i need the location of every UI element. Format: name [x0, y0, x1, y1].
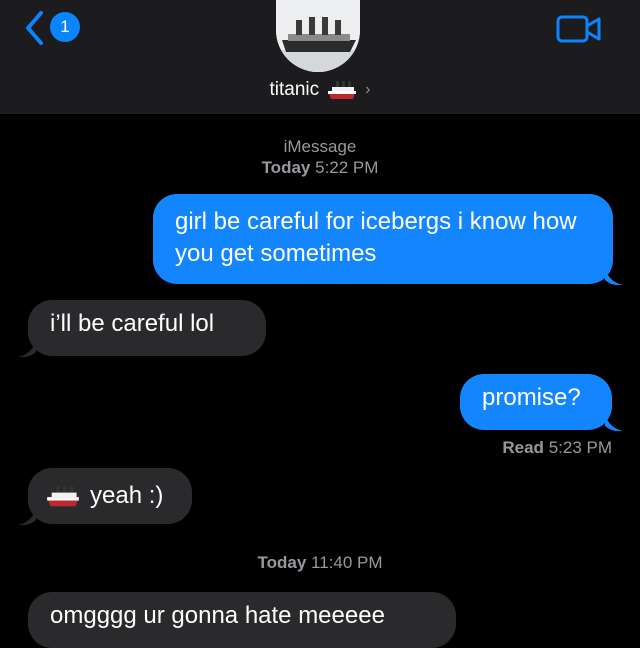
timestamp: Today 5:22 PM — [0, 158, 640, 178]
contact-name-row[interactable]: titanic › — [0, 76, 640, 104]
contact-name: titanic — [269, 79, 320, 100]
bubble-tail — [18, 340, 36, 358]
timestamp-time: 11:40 PM — [311, 553, 383, 572]
contact-avatar[interactable] — [276, 0, 360, 72]
message-text: promise? — [482, 384, 581, 411]
read-receipt: Read 5:23 PM — [502, 438, 612, 458]
message-text: omgggg ur gonna hate meeeee — [50, 602, 385, 629]
service-label: iMessage — [283, 137, 357, 156]
bubble-tail — [605, 268, 623, 286]
ship-icon — [47, 485, 79, 507]
received-message-bubble[interactable]: i’ll be careful lol — [28, 300, 266, 356]
bubble-tail — [18, 508, 36, 526]
titanic-photo — [276, 0, 360, 72]
video-camera-icon[interactable] — [556, 14, 602, 44]
message-text: yeah :) — [90, 482, 164, 509]
read-time: 5:23 PM — [548, 438, 612, 457]
timestamp-time: 5:22 PM — [315, 158, 379, 177]
sent-message-bubble[interactable]: promise? — [460, 374, 612, 430]
ship-icon — [328, 81, 357, 99]
conversation-header: 1 titanic › — [0, 0, 640, 114]
sent-message-bubble[interactable]: girl be careful for icebergs i know how … — [153, 194, 613, 284]
timestamp-day: Today — [261, 158, 311, 177]
read-label: Read — [502, 438, 544, 457]
back-chevron-icon — [26, 11, 43, 45]
timestamp-day: Today — [257, 553, 307, 572]
received-message-bubble[interactable]: yeah :) — [28, 468, 192, 524]
bubble-tail — [605, 414, 623, 432]
back-button[interactable]: 1 — [24, 10, 84, 46]
details-chevron: › — [365, 81, 371, 98]
message-text: girl be careful for icebergs i know how … — [175, 208, 577, 267]
timestamp: Today 11:40 PM — [0, 553, 640, 573]
unread-count-badge: 1 — [50, 12, 80, 42]
message-text: i’ll be careful lol — [50, 310, 215, 337]
